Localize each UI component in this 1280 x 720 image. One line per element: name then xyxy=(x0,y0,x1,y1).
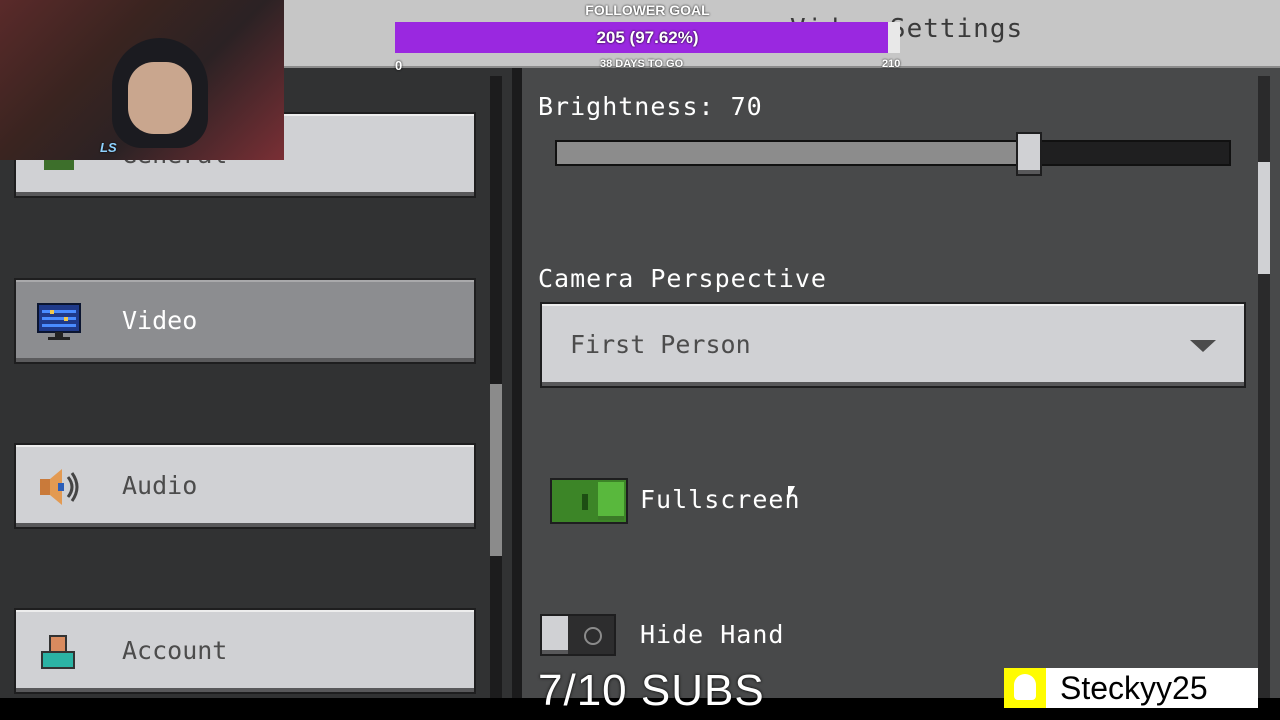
sidebar-item-video[interactable]: Video xyxy=(14,278,476,364)
toggle-knob xyxy=(542,616,568,654)
settings-scroll-thumb[interactable] xyxy=(1258,162,1270,274)
sidebar-item-audio[interactable]: Audio xyxy=(14,443,476,529)
follower-goal-label: FOLLOWER GOAL xyxy=(585,2,710,18)
snapchat-ghost-icon xyxy=(1014,674,1036,700)
sidebar-item-label: Account xyxy=(122,636,228,665)
dropdown-selected-value: First Person xyxy=(570,330,751,359)
sidebar-item-label: Video xyxy=(122,306,198,335)
subs-goal-text: 7/10 SUBS xyxy=(538,666,765,715)
snapchat-icon xyxy=(1004,668,1046,708)
camera-perspective-label: Camera Perspective xyxy=(538,264,827,293)
hide-hand-toggle[interactable] xyxy=(540,614,616,656)
toggle-on-mark-icon xyxy=(582,494,588,510)
toggle-knob xyxy=(598,482,624,520)
sidebar-scroll-thumb[interactable] xyxy=(490,384,502,556)
profile-icon xyxy=(36,632,82,672)
brightness-slider-fill xyxy=(557,142,1028,164)
chevron-down-icon xyxy=(1190,340,1216,352)
follower-goal-days-left: 38 DAYS TO GO xyxy=(600,58,684,70)
monitor-icon xyxy=(36,302,82,342)
follower-goal-min: 0 xyxy=(395,58,403,73)
webcam-feed: LS xyxy=(0,0,284,160)
fullscreen-toggle[interactable] xyxy=(550,478,628,524)
hide-hand-label: Hide Hand xyxy=(640,620,785,649)
speaker-icon xyxy=(36,467,82,507)
snapchat-handle: Steckyy25 xyxy=(1060,670,1208,706)
brightness-label: Brightness: 70 xyxy=(538,92,763,121)
brightness-slider-thumb[interactable] xyxy=(1016,132,1042,176)
fullscreen-label: Fullscreen xyxy=(640,485,801,514)
streamer-face xyxy=(128,62,192,134)
toggle-off-mark-icon xyxy=(584,627,602,645)
brightness-slider[interactable] xyxy=(555,140,1231,166)
snapchat-badge: Steckyy25 xyxy=(1004,668,1258,708)
mouse-cursor-icon xyxy=(788,486,795,500)
webcam-logo: LS xyxy=(100,140,117,155)
panel-divider xyxy=(512,68,522,698)
camera-perspective-dropdown[interactable]: First Person xyxy=(540,302,1246,388)
follower-goal-progress-text: 205 (97.62%) xyxy=(596,28,699,47)
follower-goal-max: 210 xyxy=(882,58,901,70)
sidebar-item-label: Audio xyxy=(122,471,198,500)
follower-goal-bar: 205 (97.62%) xyxy=(395,22,900,53)
sidebar-item-account[interactable]: Account xyxy=(14,608,476,694)
